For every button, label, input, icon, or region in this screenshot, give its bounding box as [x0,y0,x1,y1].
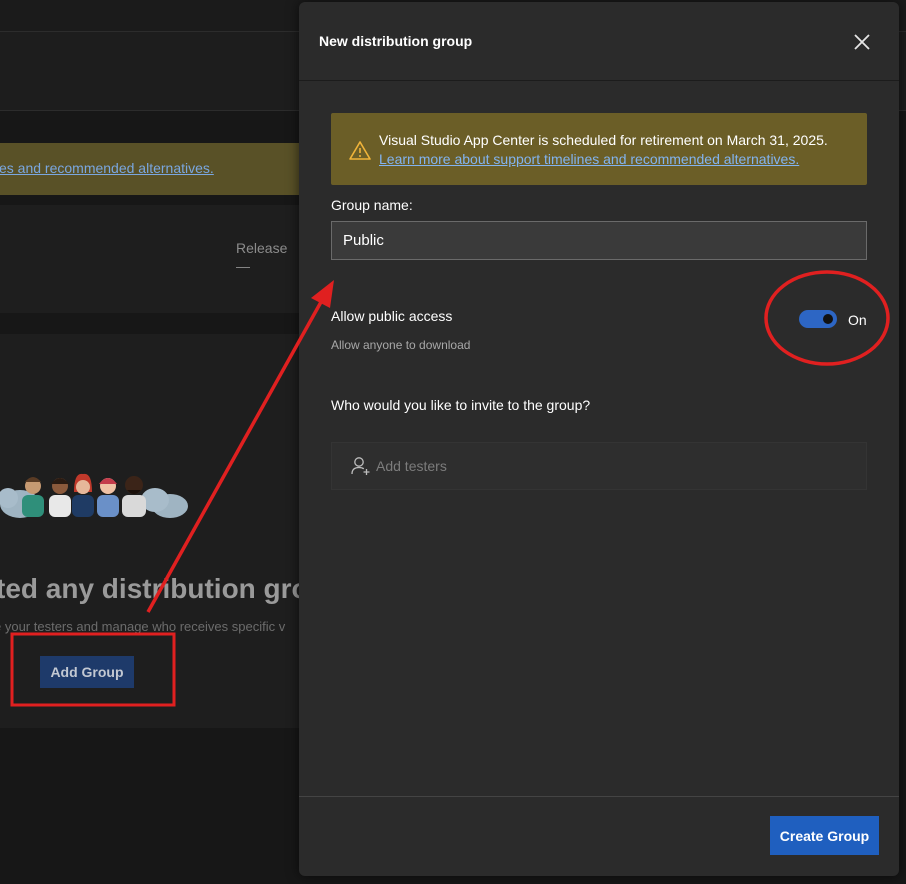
group-name-input[interactable] [331,221,867,260]
background-release-label: Release [236,240,288,256]
add-group-button[interactable]: Add Group [40,656,134,688]
panel-footer-divider [299,796,899,797]
background-banner-link[interactable]: es and recommended alternatives. [0,160,214,176]
add-testers-input[interactable] [376,455,846,477]
group-name-label: Group name: [331,197,413,213]
close-icon[interactable] [850,30,874,54]
public-access-label: Allow public access [331,308,453,324]
public-access-toggle[interactable] [799,310,837,328]
testers-illustration [0,473,188,518]
create-group-button[interactable]: Create Group [770,816,879,855]
invite-label: Who would you like to invite to the grou… [331,397,591,413]
background-release-card [0,205,310,313]
new-distribution-group-panel: New distribution group Visual Studio App… [299,2,899,876]
public-access-toggle-state: On [848,312,867,328]
public-access-description: Allow anyone to download [331,338,471,352]
toggle-knob [823,314,833,324]
warning-icon [349,141,371,160]
notice-learn-more-link[interactable]: Learn more about support timelines and r… [379,151,799,167]
panel-header: New distribution group [299,2,899,81]
background-release-value: — [236,258,250,274]
add-user-icon [351,457,370,475]
notice-text: Visual Studio App Center is scheduled fo… [379,132,828,148]
empty-state-title: ted any distribution gro [0,573,309,604]
add-testers-field[interactable] [331,442,867,490]
retirement-notice: Visual Studio App Center is scheduled fo… [331,113,867,185]
panel-title: New distribution group [319,33,473,49]
empty-state-subtitle: e your testers and manage who receives s… [0,619,286,634]
